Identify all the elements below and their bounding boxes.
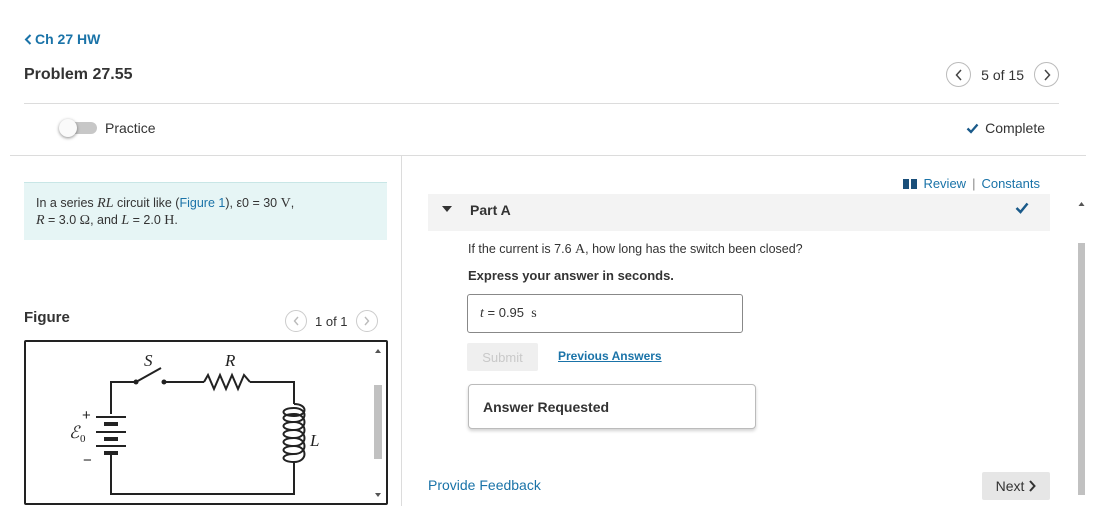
next-problem-button[interactable] [1034, 62, 1059, 87]
wire [110, 381, 136, 414]
figure-viewer: S R L + ℰ 0 − [24, 340, 388, 505]
inductor-label: L [309, 431, 319, 450]
problem-text: = 2.0 [129, 213, 165, 227]
chevron-right-icon [1029, 480, 1037, 492]
figure-pager: 1 of 1 [285, 310, 378, 332]
switch-label: S [144, 351, 153, 370]
switch-blade [135, 367, 162, 383]
chevron-right-icon [1043, 68, 1051, 81]
previous-problem-button[interactable] [946, 62, 972, 87]
problem-statement: In a series RL circuit like (Figure 1), … [24, 182, 387, 240]
answer-equals: = [483, 305, 499, 320]
answer-requested-box: Answer Requested [468, 384, 756, 429]
inductor [282, 403, 306, 464]
problem-unit: Ω [79, 213, 91, 228]
problem-pager: 5 of 15 [946, 62, 1059, 87]
resistor-label: R [224, 351, 236, 370]
submit-button[interactable]: Submit [467, 343, 538, 371]
pager-text: 5 of 15 [981, 66, 1024, 83]
figure-prev-button[interactable] [285, 310, 307, 332]
scroll-up-arrow [375, 349, 381, 353]
problem-text: . [174, 213, 178, 227]
next-button-label: Next [995, 478, 1025, 494]
problem-text: In a series [36, 196, 98, 210]
link-separator: | [972, 176, 976, 191]
switch-contact [161, 379, 167, 385]
chevron-right-icon [364, 316, 370, 326]
practice-toggle[interactable] [59, 119, 97, 137]
figure-heading: Figure [24, 309, 70, 326]
switch-contact [133, 379, 139, 385]
problem-text: , [290, 196, 295, 210]
scroll-up-arrow [1078, 202, 1085, 206]
complete-label: Complete [985, 120, 1045, 136]
figure-link[interactable]: Figure 1 [179, 196, 225, 210]
figure-pager-text: 1 of 1 [315, 313, 348, 329]
scrollbar-thumb [374, 385, 382, 459]
problem-text: = 3.0 [44, 213, 80, 227]
plus-label: + [82, 407, 91, 424]
problem-math: RL [97, 196, 114, 211]
problem-text: circuit like ( [113, 196, 180, 210]
next-button[interactable]: Next [982, 472, 1050, 500]
minus-label: − [83, 452, 92, 469]
toolbar-divider [10, 155, 1086, 156]
resistor [203, 372, 251, 392]
header-divider [24, 103, 1059, 104]
problem-text: , and [90, 213, 122, 227]
answer-instruction: Express your answer in seconds. [468, 268, 674, 283]
chevron-left-icon [24, 33, 32, 45]
chevron-left-icon [293, 316, 299, 326]
rl-circuit-diagram: S R L + ℰ 0 − [69, 351, 319, 495]
question-unit: A [575, 242, 586, 257]
back-link[interactable]: Ch 27 HW [24, 31, 100, 47]
wire [250, 381, 295, 404]
question-text: If the current is 7.6 A, how long has th… [468, 242, 803, 258]
scrollbar-thumb [1078, 243, 1085, 495]
practice-label: Practice [105, 120, 156, 136]
part-title: Part A [470, 202, 511, 218]
review-constants-links: Review | Constants [903, 176, 1040, 191]
answer-unit: s [531, 306, 537, 321]
toggle-knob [59, 119, 77, 137]
problem-text: ), [225, 196, 237, 210]
provide-feedback-link[interactable]: Provide Feedback [428, 477, 541, 493]
constants-link[interactable]: Constants [981, 176, 1040, 191]
checkmark-icon [966, 123, 979, 134]
book-icon [903, 178, 918, 189]
problem-unit: V [280, 196, 291, 211]
problem-unit: H [164, 213, 175, 228]
page-scrollbar[interactable] [1077, 197, 1086, 498]
problem-title: Problem 27.55 [24, 66, 133, 83]
review-link[interactable]: Review [923, 176, 966, 191]
answer-field[interactable]: t = 0.95 s [467, 294, 743, 333]
part-complete-check [1015, 201, 1029, 219]
problem-math: R [36, 213, 45, 228]
answer-value: 0.95 [498, 305, 525, 320]
back-link-label: Ch 27 HW [35, 31, 101, 47]
question-part: , how long has the switch been closed? [585, 242, 803, 256]
problem-text: = 30 [248, 196, 281, 210]
part-header[interactable] [428, 194, 1050, 231]
chevron-left-icon [955, 68, 962, 81]
wire [110, 454, 295, 495]
checkmark-icon [1015, 202, 1029, 214]
problem-math: ε0 [236, 196, 249, 210]
emf-subscript: 0 [80, 433, 86, 445]
problem-math: L [121, 213, 130, 228]
question-part: If the current is 7.6 [468, 242, 575, 256]
previous-answers-link[interactable]: Previous Answers [558, 349, 662, 363]
figure-next-button[interactable] [355, 310, 378, 332]
figure-scrollbar[interactable] [372, 344, 384, 501]
complete-status: Complete [966, 120, 1045, 136]
scroll-down-arrow [375, 493, 381, 497]
panel-divider [401, 156, 402, 506]
collapse-caret-icon[interactable] [442, 206, 452, 212]
